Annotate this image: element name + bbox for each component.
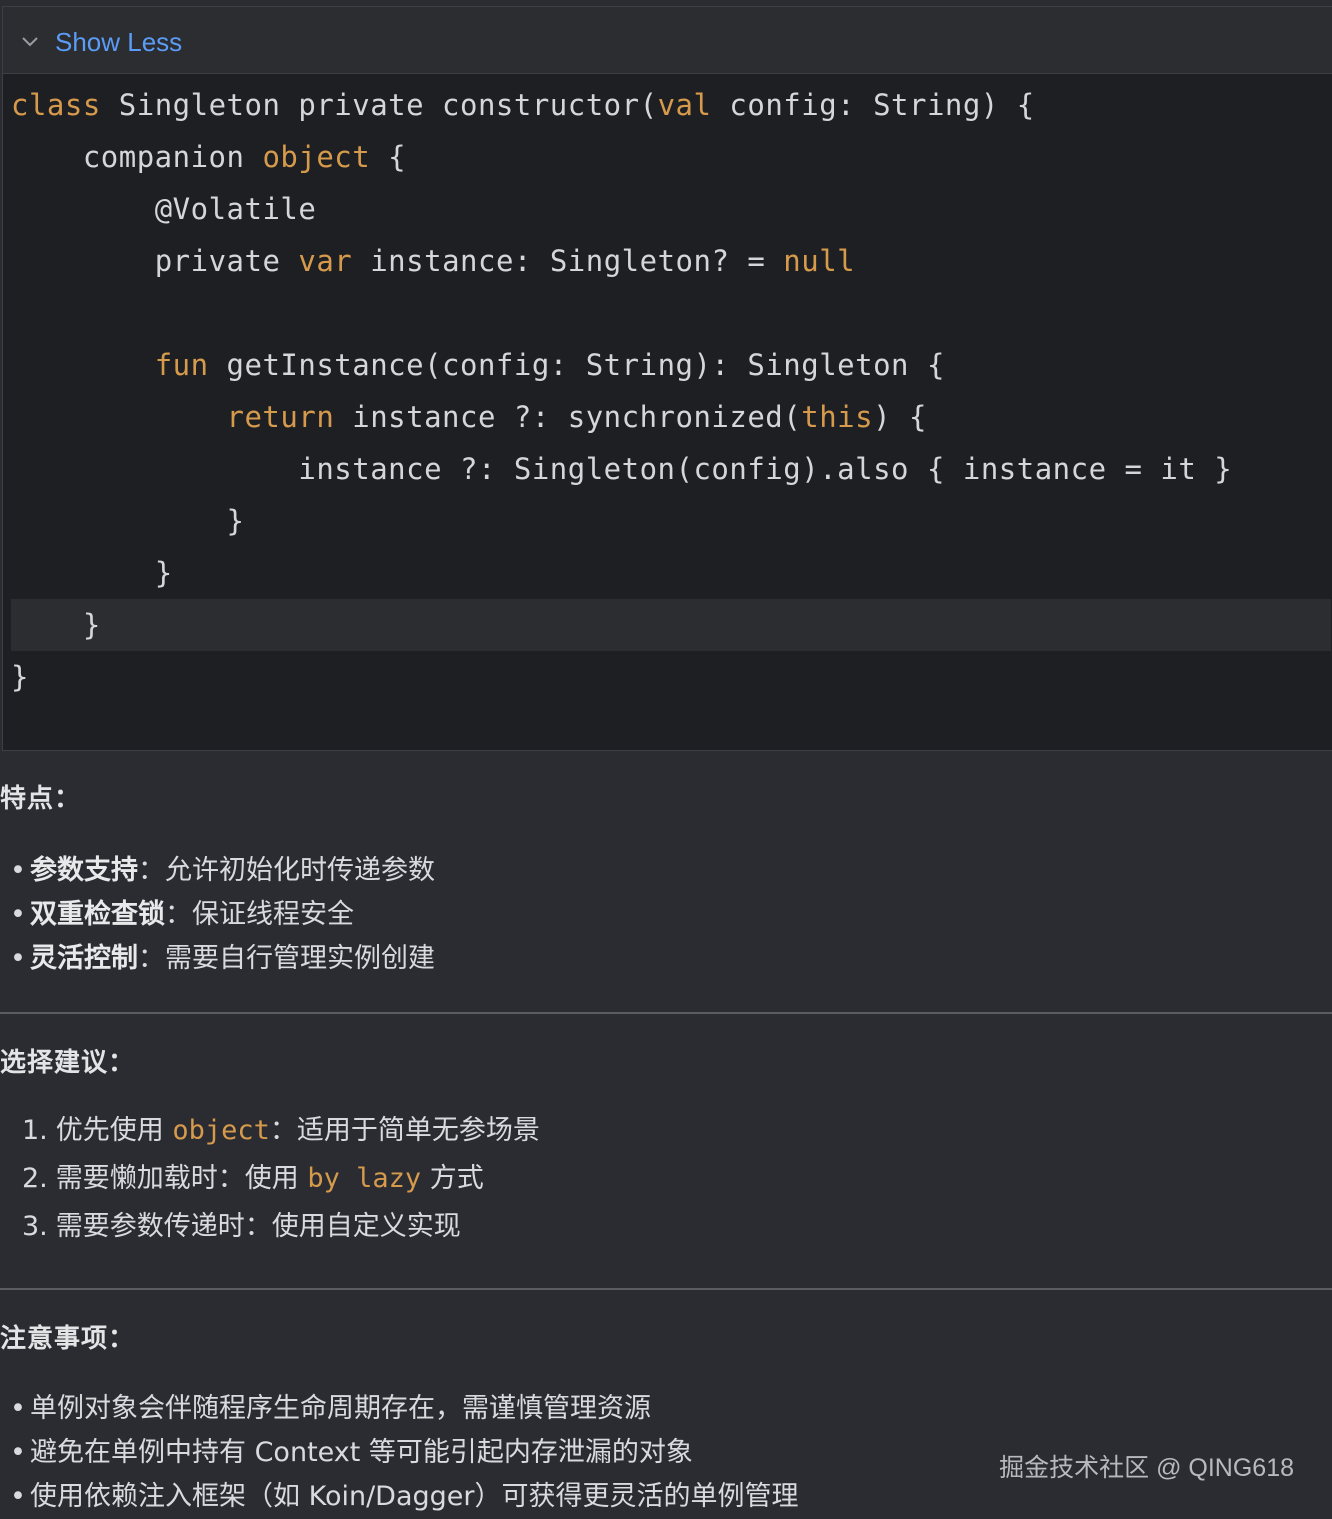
code-line: fun getInstance(config: String): Singlet… <box>11 339 1331 391</box>
features-list: 参数支持：允许初始化时传递参数双重检查锁：保证线程安全灵活控制：需要自行管理实例… <box>0 849 1332 981</box>
feature-description: 需要自行管理实例创建 <box>165 943 435 974</box>
notes-section: 注意事项： 单例对象会伴随程序生命周期存在，需谨慎管理资源避免在单例中持有 Co… <box>0 1318 1332 1519</box>
code-line: return instance ?: synchronized(this) { <box>11 391 1331 443</box>
code-line: } <box>11 651 1331 703</box>
code-text: private <box>154 244 299 278</box>
feature-separator: ： <box>138 855 165 886</box>
advice-text: 需要参数传递时：使用自定义实现 <box>55 1211 461 1242</box>
feature-description: 保证线程安全 <box>192 899 354 930</box>
code-keyword: fun <box>154 348 209 382</box>
feature-item: 双重检查锁：保证线程安全 <box>0 893 1332 937</box>
code-keyword: this <box>801 400 874 434</box>
advice-list: 1. 优先使用 object：适用于简单无参场景 2. 需要懒加载时：使用 by la… <box>0 1107 1332 1251</box>
watermark: 掘金技术社区 @ QING618 <box>999 1454 1294 1482</box>
code-content: class Singleton private constructor(val … <box>11 79 1331 703</box>
code-line: private var instance: Singleton? = null <box>11 235 1331 287</box>
advice-item: 1. 优先使用 object：适用于简单无参场景 <box>0 1107 1332 1155</box>
section-divider <box>0 1012 1332 1014</box>
inline-code: by lazy <box>307 1163 422 1194</box>
code-text: } <box>154 556 173 590</box>
code-keyword: null <box>783 244 856 278</box>
code-text: @Volatile <box>154 192 317 226</box>
code-keyword: class <box>11 88 101 122</box>
show-less-label: Show Less <box>55 26 183 57</box>
feature-item: 参数支持：允许初始化时传递参数 <box>0 849 1332 893</box>
section-divider <box>0 1288 1332 1290</box>
show-less-toggle[interactable]: Show Less <box>19 25 182 59</box>
advice-number: 2. <box>22 1163 48 1194</box>
advice-text: ：适用于简单无参场景 <box>269 1115 540 1146</box>
advice-item: 2. 需要懒加载时：使用 by lazy 方式 <box>0 1155 1332 1203</box>
advice-number: 3. <box>22 1211 48 1242</box>
feature-title: 双重检查锁 <box>30 899 165 930</box>
code-text: getInstance(config: String): Singleton { <box>208 348 945 382</box>
code-text: instance ?: synchronized( <box>334 400 802 434</box>
feature-item: 灵活控制：需要自行管理实例创建 <box>0 937 1332 981</box>
code-keyword: object <box>262 140 371 174</box>
advice-text: 方式 <box>421 1163 484 1194</box>
code-line: } <box>11 547 1331 599</box>
features-heading: 特点： <box>0 784 82 814</box>
code-text: config: String) { <box>711 88 1035 122</box>
code-text: Singleton private constructor( <box>100 88 658 122</box>
code-text: } <box>226 504 245 538</box>
code-text: } <box>82 608 101 642</box>
feature-title: 参数支持 <box>30 855 138 886</box>
advice-section: 选择建议： 1. 优先使用 object：适用于简单无参场景 2. 需要懒加载时：使用… <box>0 1042 1332 1251</box>
advice-item: 3. 需要参数传递时：使用自定义实现 <box>0 1203 1332 1251</box>
code-keyword: return <box>226 400 335 434</box>
code-line: @Volatile <box>11 183 1331 235</box>
advice-text: 需要懒加载时：使用 <box>55 1163 308 1194</box>
chevron-down-icon <box>22 37 38 47</box>
features-section: 特点： 参数支持：允许初始化时传递参数双重检查锁：保证线程安全灵活控制：需要自行… <box>0 778 1332 981</box>
code-text: instance: Singleton? = <box>352 244 784 278</box>
note-item: 单例对象会伴随程序生命周期存在，需谨慎管理资源 <box>0 1387 1332 1431</box>
feature-title: 灵活控制 <box>30 943 138 974</box>
code-line: } <box>11 495 1331 547</box>
advice-text: 优先使用 <box>55 1115 173 1146</box>
code-text: instance ?: Singleton(config).also { ins… <box>298 452 1233 486</box>
notes-heading: 注意事项： <box>0 1324 136 1354</box>
code-block: Show Less class Singleton private constr… <box>2 6 1332 751</box>
code-line: class Singleton private constructor(val … <box>11 79 1331 131</box>
feature-separator: ： <box>138 943 165 974</box>
code-line: } <box>11 599 1331 651</box>
code-line: companion object { <box>11 131 1331 183</box>
advice-number: 1. <box>22 1115 48 1146</box>
code-text: ) { <box>873 400 927 434</box>
code-keyword: var <box>298 244 353 278</box>
code-block-header: Show Less <box>3 7 1332 74</box>
code-text: companion <box>82 140 263 174</box>
code-text: { <box>370 140 407 174</box>
feature-separator: ： <box>165 899 192 930</box>
inline-code: object <box>172 1115 270 1146</box>
code-line: instance ?: Singleton(config).also { ins… <box>11 443 1331 495</box>
feature-description: 允许初始化时传递参数 <box>165 855 435 886</box>
code-text: } <box>11 660 29 694</box>
code-keyword: val <box>657 88 712 122</box>
advice-heading: 选择建议： <box>0 1048 136 1078</box>
